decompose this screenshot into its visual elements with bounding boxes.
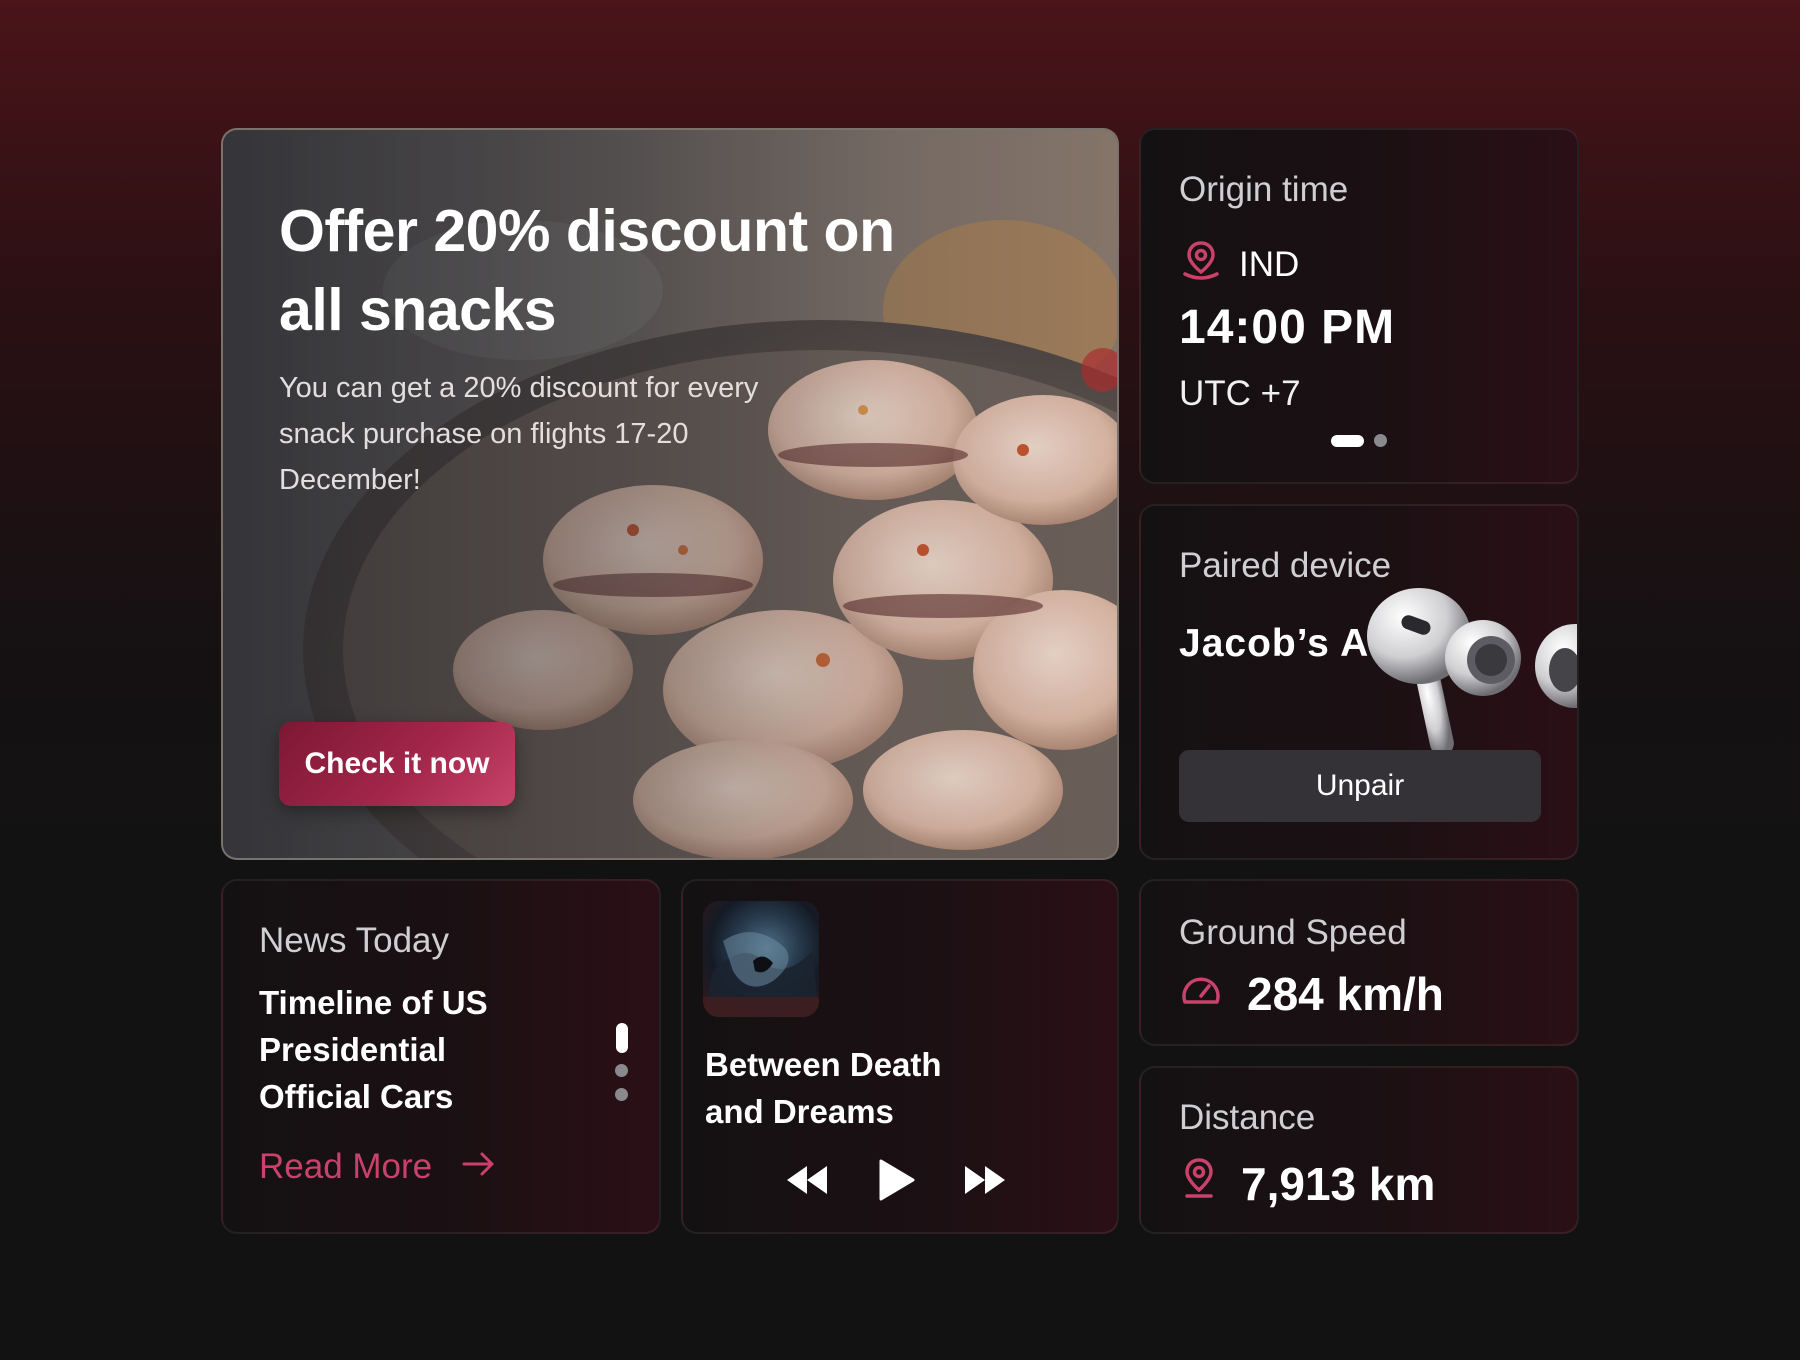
location-pin-icon	[1179, 238, 1223, 291]
song-title: Between Death and Dreams	[705, 1046, 942, 1130]
pagination-dot[interactable]	[615, 1064, 628, 1077]
location-pin-icon	[1179, 1156, 1219, 1211]
ground-speed-metric: 284 km/h	[1179, 967, 1444, 1021]
rewind-icon[interactable]	[785, 1164, 829, 1196]
origin-location-code: IND	[1239, 244, 1300, 284]
ground-speed-card: Ground Speed 284 km/h	[1139, 879, 1579, 1046]
news-title: News Today	[259, 921, 450, 960]
music-player-card: Between Death and Dreams	[681, 879, 1119, 1234]
fast-forward-icon[interactable]	[963, 1164, 1007, 1196]
ground-speed-value: 284 km/h	[1247, 968, 1444, 1020]
read-more-link[interactable]: Read More	[259, 1147, 496, 1187]
playback-controls	[785, 1159, 1007, 1201]
promo-description: You can get a 20% discount for every sna…	[279, 372, 759, 496]
origin-time-value: 14:00 PM	[1179, 301, 1396, 354]
origin-timezone: UTC +7	[1179, 374, 1301, 413]
pagination-dot[interactable]	[1374, 434, 1387, 447]
paired-device-title: Paired device	[1179, 546, 1392, 585]
pagination-dot[interactable]	[615, 1088, 628, 1101]
speedometer-icon	[1179, 967, 1223, 1021]
news-today-card: News Today Timeline of US Presidential O…	[221, 879, 661, 1234]
ground-speed-title: Ground Speed	[1179, 913, 1407, 952]
arrow-right-icon	[462, 1147, 496, 1187]
pagination-dot-active[interactable]	[615, 1023, 628, 1053]
news-pagination[interactable]	[615, 1023, 628, 1101]
distance-metric: 7,913 km	[1179, 1156, 1435, 1211]
album-art	[703, 901, 819, 1017]
unpair-button[interactable]: Unpair	[1179, 750, 1541, 822]
origin-pagination[interactable]	[1331, 434, 1387, 447]
paired-device-card: Paired device Jacob’s Airpods Unpair	[1139, 504, 1579, 860]
origin-time-title: Origin time	[1179, 170, 1349, 209]
promo-title: Offer 20% discount on all snacks	[279, 198, 895, 343]
distance-value: 7,913 km	[1241, 1157, 1436, 1210]
check-it-now-button[interactable]: Check it now	[279, 722, 515, 806]
play-icon[interactable]	[877, 1159, 915, 1201]
read-more-label: Read More	[259, 1147, 433, 1186]
origin-location: IND	[1179, 238, 1299, 291]
distance-title: Distance	[1179, 1098, 1316, 1137]
airpods-image	[1367, 588, 1577, 756]
pagination-dot-active[interactable]	[1331, 434, 1364, 447]
news-headline: Timeline of US Presidential Official Car…	[259, 984, 488, 1115]
distance-card: Distance 7,913 km	[1139, 1066, 1579, 1234]
origin-time-card: Origin time IND 14:00 PM UTC +7	[1139, 128, 1579, 484]
promo-card: Offer 20% discount on all snacks You can…	[221, 128, 1119, 860]
